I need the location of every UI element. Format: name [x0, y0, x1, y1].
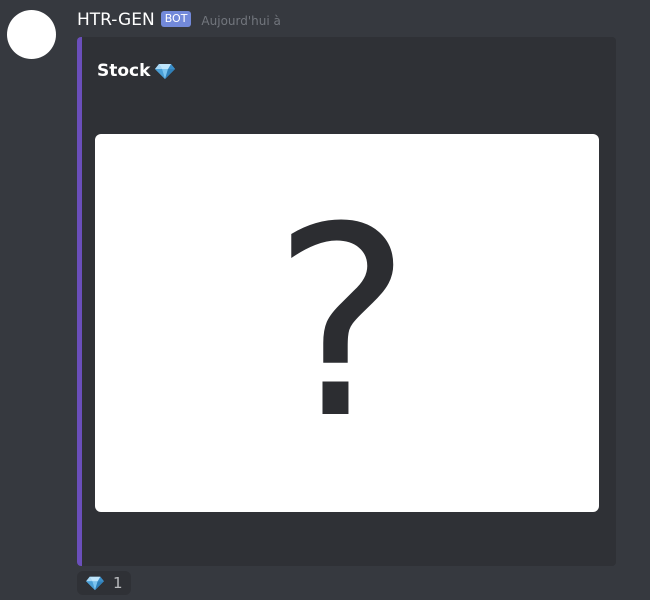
reactions-bar: 1 [77, 571, 131, 595]
embed-title-text: Stock [97, 61, 151, 81]
message-header: HTR-GEN BOT Aujourd'hui à [77, 8, 281, 32]
embed-image[interactable]: ? [95, 134, 599, 512]
bot-badge: BOT [160, 11, 192, 27]
gem-icon [85, 575, 105, 591]
reaction-button[interactable]: 1 [77, 571, 131, 595]
reaction-count: 1 [113, 574, 123, 592]
author-name[interactable]: HTR-GEN [77, 8, 155, 32]
question-mark-icon: ? [272, 171, 411, 476]
svg-text:?: ? [272, 171, 411, 476]
avatar[interactable] [7, 10, 56, 59]
message-timestamp: Aujourd'hui à [201, 14, 281, 28]
chat-message: HTR-GEN BOT Aujourd'hui à Stock ? 1 [0, 0, 650, 600]
embed: Stock ? [77, 37, 616, 566]
embed-title: Stock [97, 60, 176, 82]
gem-icon [154, 62, 176, 80]
